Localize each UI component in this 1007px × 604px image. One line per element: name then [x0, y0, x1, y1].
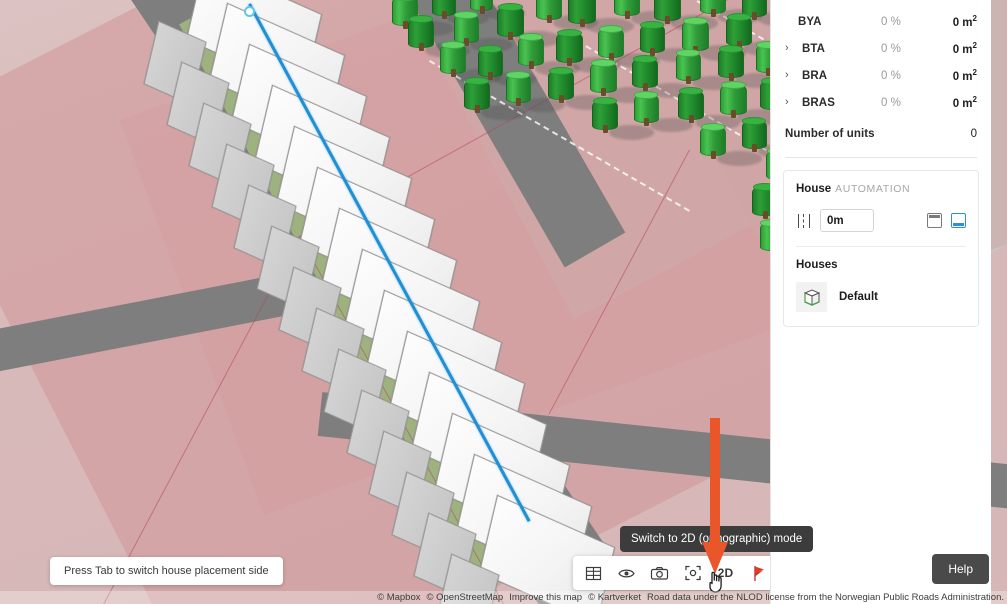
metric-name: BRAS [802, 96, 835, 109]
card-separator [796, 246, 966, 247]
tree [676, 49, 701, 84]
placement-hint-text: Press Tab to switch house placement side [64, 565, 269, 577]
alignment-toggle-group [927, 213, 966, 228]
application-root: BYA 0 % 0 m2 › BTA 0 % 0 m2 › BRA 0 % 0 m2 › BRAS 0 %… [0, 0, 1007, 604]
properties-side-panel: BYA 0 % 0 m2 › BTA 0 % 0 m2 › BRA 0 % 0 m2 › BRAS 0 %… [770, 0, 991, 604]
units-label: Number of units [785, 127, 875, 140]
house-list-item[interactable]: Default [796, 282, 966, 312]
house-card-title: House AUTOMATION [796, 183, 966, 195]
metric-value: 0 m2 [952, 95, 977, 110]
house-list-item-name: Default [839, 291, 878, 303]
view-mode-tooltip: Switch to 2D (orthographic) mode [620, 526, 814, 552]
house-card-title-text: House [796, 183, 832, 195]
chevron-right-icon[interactable]: › [785, 97, 798, 108]
tree [682, 17, 709, 54]
metric-row-bya: BYA 0 % 0 m2 [785, 8, 977, 35]
metric-name: BRA [802, 69, 828, 82]
grid-layers-icon[interactable] [579, 559, 608, 587]
metric-value: 0 m2 [952, 68, 977, 83]
help-button[interactable]: Help [932, 554, 989, 584]
attribution-item[interactable]: Improve this map [509, 592, 582, 603]
tree [700, 123, 726, 159]
help-button-label: Help [948, 562, 973, 576]
distance-offset-icon [796, 213, 812, 229]
offset-control-row: 0m [796, 209, 966, 232]
chevron-right-icon[interactable]: › [785, 43, 798, 54]
map-attribution-bar: © Mapbox © OpenStreetMap Improve this map ©… [0, 591, 1007, 604]
tree [640, 21, 665, 56]
metric-percent: 0 % [881, 96, 901, 109]
offset-distance-input[interactable]: 0m [820, 209, 874, 232]
tree [718, 45, 744, 81]
placement-vertex-handle[interactable] [244, 6, 255, 17]
attribution-item[interactable]: © Mapbox [377, 592, 420, 603]
tree [632, 55, 658, 91]
metric-percent: 0 % [881, 69, 901, 82]
units-value: 0 [970, 127, 977, 140]
tree [634, 91, 659, 126]
automation-tag: AUTOMATION [835, 183, 911, 195]
metric-name: BYA [798, 15, 822, 28]
view-mode-tooltip-text: Switch to 2D (orthographic) mode [631, 533, 803, 545]
tree [742, 117, 767, 152]
tree [678, 87, 704, 123]
panel-divider [785, 157, 977, 158]
attribution-item[interactable]: © OpenStreetMap [427, 592, 504, 603]
metric-value: 0 m2 [952, 41, 977, 56]
view-mode-2d-toggle[interactable]: 2D [711, 559, 740, 587]
chevron-right-icon[interactable]: › [785, 70, 798, 81]
metric-percent: 0 % [881, 42, 901, 55]
camera-icon[interactable] [645, 559, 674, 587]
houses-section-label: Houses [796, 259, 838, 271]
house-settings-card: House AUTOMATION 0m Houses Default [783, 170, 979, 327]
focus-selection-icon[interactable] [678, 559, 707, 587]
north-flag-icon[interactable] [744, 559, 773, 587]
align-inside-toggle[interactable] [951, 213, 966, 228]
offset-distance-value: 0m [827, 214, 844, 227]
area-metrics-list: BYA 0 % 0 m2 › BTA 0 % 0 m2 › BRA 0 % 0 m2 › BRAS 0 %… [771, 0, 991, 147]
view-mode-2d-label: 2D [717, 566, 734, 580]
metric-row-bta[interactable]: › BTA 0 % 0 m2 [785, 35, 977, 62]
attribution-item: Road data under the NLOD license from th… [647, 592, 1004, 603]
metric-percent: 0 % [881, 15, 901, 28]
attribution-item[interactable]: © Kartverket [588, 592, 641, 603]
tree [720, 81, 747, 118]
view-toolbar: 2D [573, 556, 779, 590]
metric-row-bras[interactable]: › BRAS 0 % 0 m2 [785, 89, 977, 116]
tree [726, 13, 752, 49]
house-volume-icon[interactable] [796, 282, 827, 312]
placement-hint-toast: Press Tab to switch house placement side [50, 557, 283, 585]
visibility-eye-icon[interactable] [612, 559, 641, 587]
metric-value: 0 m2 [952, 14, 977, 29]
metric-row-number-of-units: Number of units 0 [785, 120, 977, 147]
align-outside-toggle[interactable] [927, 213, 942, 228]
tree [700, 0, 726, 17]
metric-name: BTA [802, 42, 826, 55]
metric-row-bra[interactable]: › BRA 0 % 0 m2 [785, 62, 977, 89]
tree [654, 0, 681, 24]
